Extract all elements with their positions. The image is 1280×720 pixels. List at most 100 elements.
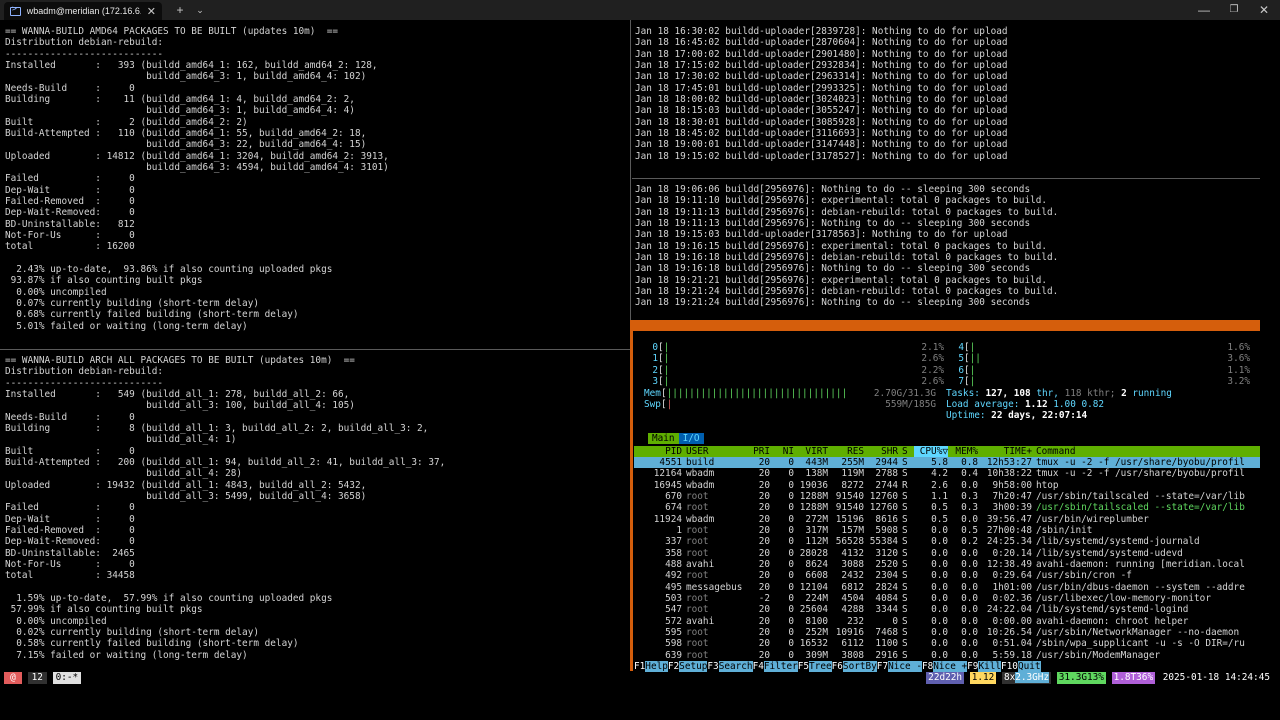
terminal-tab[interactable]: wbadm@meridian (172.16.6.26 ✕	[4, 2, 162, 20]
cell-pri: -2	[758, 592, 770, 604]
cell-cpu: 0.0	[931, 547, 948, 559]
col-shr[interactable]: SHR	[866, 446, 898, 457]
process-row[interactable]: 12164 wbadm 20 0 138M 119M 2788 S 4.2 0.4 10h38:22…	[634, 468, 1260, 479]
fkey-f1[interactable]: F1Help	[634, 661, 668, 672]
process-row[interactable]: 503 root -2 0 224M 4504 4084 S 0.0 0.0 0:02.36/usr…	[634, 593, 1260, 604]
cell-time: 24:25.34	[986, 536, 1032, 548]
tab-io[interactable]: I/O	[678, 433, 704, 444]
maximize-button[interactable]: ❐	[1226, 2, 1242, 18]
process-row[interactable]: 358 root 20 0 28028 4132 3120 S 0.0 0.0 0:20.14/li…	[634, 548, 1260, 559]
terminal-line: 93.87% if also counting built pkgs	[5, 275, 203, 287]
terminal-line: 57.99% if also counting built pkgs	[5, 604, 203, 616]
fkey-f2[interactable]: F2Setup	[667, 661, 708, 672]
fkey-f7[interactable]: F7Nice -	[876, 661, 922, 672]
process-row[interactable]: 572 avahi 20 0 8100 232 0 S 0.0 0.0 0:00.00 avahi-d…	[634, 616, 1260, 627]
cell-pri: 20	[758, 570, 770, 582]
terminal-line: Jan 18 19:11:13 buildd[2956976]: Nothing…	[635, 217, 1031, 229]
process-row[interactable]: 16945 wbadm 20 0 19036 8272 2744 R 2.6 0.0 9h58:00…	[634, 480, 1260, 491]
terminal-line: buildd_all_4: 28)	[5, 468, 243, 480]
cell-time: 1h01:00	[992, 581, 1032, 593]
cell-virt: 138M	[805, 468, 828, 480]
terminal-line: Jan 18 16:45:02 buildd-uploader[2870604]…	[635, 37, 1008, 49]
cell-virt: 1288M	[799, 502, 828, 514]
close-window-button[interactable]: ✕	[1256, 2, 1272, 18]
process-row[interactable]: 674 root 20 0 1288M 91540 12760 S 0.5 0.3 3h00:39 /…	[634, 502, 1260, 513]
process-row[interactable]: 547 root 20 0 25604 4288 3344 S 0.0 0.0 24:22.04/l…	[634, 604, 1260, 615]
amd64-build-status-pane[interactable]: == WANNA-BUILD AMD64 PACKAGES TO BE BUIL…	[5, 26, 625, 334]
cell-cmd: /lib/systemd/systemd-journald	[1036, 536, 1200, 548]
cell-shr: 7468	[875, 626, 898, 638]
process-row[interactable]: 670 root 20 0 1288M 91540 12760 S 1.1 0.3 7h20:47 /…	[634, 491, 1260, 502]
col-pri[interactable]: PRI	[750, 446, 770, 457]
cell-mem: 0.0	[961, 479, 978, 491]
cell-pri: 20	[758, 626, 770, 638]
cell-pri: 20	[758, 457, 770, 468]
htop-pane[interactable]: 0[| 2.1% 1[| 2.6% 2[| 2.2% 3[| 2.6% 4[| 1.6% 5[||…	[630, 320, 1260, 671]
process-row[interactable]: 495 messagebus 20 0 12104 6812 2824 S 0.0 0.0 1h01…	[634, 582, 1260, 593]
cell-pri: 20	[758, 604, 770, 616]
minimize-button[interactable]: —	[1196, 2, 1212, 18]
cell-pid: 674	[665, 502, 682, 514]
col-cpu-sorted[interactable]: CPU%▽	[914, 446, 948, 458]
process-row-selected[interactable]: 4551 build 20 0 443M 255M 2944 S 5.8 0.8 12h53:27 t…	[634, 457, 1260, 469]
terminal-line: buildd_amd64_3: 4594, buildd_amd64_4: 31…	[5, 161, 389, 173]
status-uptime: 22d22h	[926, 672, 965, 684]
col-command[interactable]: Command	[1036, 446, 1260, 457]
cell-s: S	[902, 626, 908, 638]
fkey-f8[interactable]: F8Nice +	[921, 661, 968, 672]
process-list[interactable]: 4551 build 20 0 443M 255M 2944 S 5.8 0.8 12h53:27 t…	[634, 457, 1260, 661]
new-tab-button[interactable]: +	[172, 2, 188, 18]
process-row[interactable]: 598 root 20 0 16532 6112 1100 S 0.0 0.0 0:51.04/sb…	[634, 638, 1260, 649]
process-row[interactable]: 1 root 20 0 317M 157M 5908 S 0.0 0.5 27h00:48/sbin…	[634, 525, 1260, 536]
process-row[interactable]: 11924 wbadm 20 0 272M 15196 8616 S 0.5 0.0 39:56.4…	[634, 514, 1260, 525]
buildd-log-pane[interactable]: Jan 18 19:06:06 buildd[2956976]: Nothing…	[635, 184, 1275, 312]
col-ni[interactable]: NI	[774, 446, 794, 457]
cell-pid: 337	[665, 536, 682, 548]
cell-user: root	[686, 490, 709, 502]
terminal-line: Jan 18 18:30:01 buildd-uploader[3085928]…	[635, 116, 1008, 128]
fkey-f10[interactable]: F10Quit	[1001, 661, 1041, 672]
col-mem[interactable]: MEM%	[950, 446, 978, 457]
cell-mem: 0.0	[961, 592, 978, 604]
cell-time: 12h53:27	[986, 457, 1032, 468]
tab-dropdown-button[interactable]: ⌄	[194, 2, 206, 18]
cell-time: 7h20:47	[992, 490, 1032, 502]
uploader-log-pane[interactable]: Jan 18 16:30:02 buildd-uploader[2839728]…	[635, 26, 1275, 162]
col-state[interactable]: S	[902, 446, 912, 457]
cell-mem: 0.3	[961, 502, 978, 514]
col-pid[interactable]: PID	[634, 446, 682, 457]
cell-cmd: htop	[1036, 479, 1059, 491]
htop-tabs: Main I/O	[648, 433, 704, 444]
fkey-f5[interactable]: F5Tree	[797, 661, 832, 672]
col-user[interactable]: USER	[686, 446, 752, 457]
process-row[interactable]: 492 root 20 0 6608 2432 2304 S 0.0 0.0 0:29.64/usr…	[634, 570, 1260, 581]
cell-pid: 492	[665, 570, 682, 582]
session-number[interactable]: 12	[27, 672, 47, 684]
cell-mem: 0.0	[961, 581, 978, 593]
window-indicator[interactable]: 0:-*	[52, 672, 82, 684]
fkey-f3[interactable]: F3Search	[707, 661, 753, 672]
process-row[interactable]: 639 root 20 0 309M 3808 2916 S 0.0 0.0 5:59.18/usr…	[634, 650, 1260, 661]
fkey-f4[interactable]: F4Filter	[752, 661, 798, 672]
terminal-line: Building : 8 (buildd_all_1: 3, buildd_al…	[5, 422, 429, 434]
cell-virt: 317M	[805, 524, 828, 536]
cell-res: 3088	[841, 558, 864, 570]
terminal-line: Not-For-Us : 0	[5, 558, 135, 570]
col-virt[interactable]: VIRT	[794, 446, 828, 457]
cell-res: 157M	[841, 524, 864, 536]
arch-all-build-status-pane[interactable]: == WANNA-BUILD ARCH ALL PACKAGES TO BE B…	[5, 355, 625, 663]
col-time[interactable]: TIME+	[980, 446, 1032, 457]
tab-main[interactable]: Main	[648, 433, 679, 444]
terminal-line: 2.43% up-to-date, 93.86% if also countin…	[5, 263, 333, 275]
process-row[interactable]: 488 avahi 20 0 8624 3088 2520 S 0.0 0.0 12:38.49 av…	[634, 559, 1260, 570]
cell-ni: 0	[788, 536, 794, 548]
col-res[interactable]: RES	[830, 446, 864, 457]
active-pane-border	[630, 320, 1260, 331]
pane-divider	[0, 349, 630, 350]
fkey-f6[interactable]: F6SortBy	[831, 661, 877, 672]
process-row[interactable]: 595 root 20 0 252M 10916 7468 S 0.0 0.0 10:26.54/u…	[634, 627, 1260, 638]
cell-virt: 272M	[805, 513, 828, 525]
process-row[interactable]: 337 root 20 0 112M 56528 55384 S 0.0 0.2 24:25.34 /…	[634, 536, 1260, 547]
tab-close-button[interactable]: ✕	[147, 5, 156, 18]
fkey-f9[interactable]: F9Kill	[967, 661, 1002, 672]
